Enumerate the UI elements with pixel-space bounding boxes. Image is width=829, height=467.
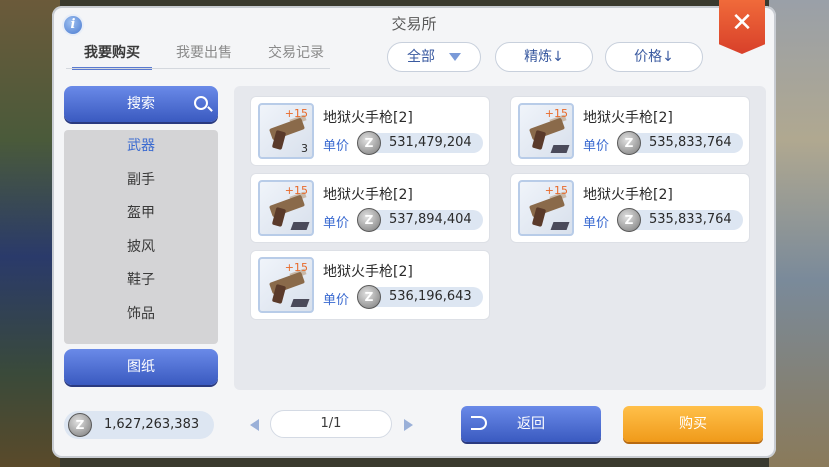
price-label: 单价 bbox=[323, 216, 350, 231]
zeny-coin-icon: Z bbox=[357, 131, 381, 155]
category-filter-label: 全部 bbox=[407, 49, 435, 65]
refine-level: +15 bbox=[544, 107, 568, 120]
zeny-coin-icon: Z bbox=[357, 285, 381, 309]
price-label: 单价 bbox=[323, 139, 350, 154]
zeny-balance-value: 1,627,263,383 bbox=[104, 417, 200, 432]
refine-level: +15 bbox=[284, 184, 308, 197]
return-icon bbox=[471, 416, 487, 430]
category-item-weapon[interactable]: 武器 bbox=[64, 130, 218, 164]
zeny-coin-icon: Z bbox=[617, 208, 641, 232]
tab-buy[interactable]: 我要购买 bbox=[66, 40, 158, 70]
price-pill: Z 536,196,643 bbox=[357, 285, 483, 309]
refine-level: +15 bbox=[284, 107, 308, 120]
prev-page-icon[interactable] bbox=[250, 419, 259, 431]
back-label: 返回 bbox=[517, 416, 545, 432]
item-card[interactable]: +15 地狱火手枪[2] 单价 Z 537,894,404 bbox=[250, 173, 490, 243]
zeny-coin-icon: Z bbox=[357, 208, 381, 232]
item-count: 3 bbox=[301, 142, 308, 155]
dialog-title: 交易所 bbox=[391, 15, 437, 33]
item-price: 535,833,764 bbox=[649, 212, 732, 227]
page-indicator: 1/1 bbox=[270, 410, 392, 438]
chevron-down-icon bbox=[449, 53, 461, 61]
item-listing-area: +15 3 地狱火手枪[2] 单价 Z 531,479,204 +15 地狱火手… bbox=[234, 86, 766, 390]
next-page-icon[interactable] bbox=[404, 419, 413, 431]
category-list: 武器 副手 盔甲 披风 鞋子 饰品 bbox=[64, 130, 218, 344]
zeny-coin-icon: Z bbox=[68, 413, 92, 437]
background-right bbox=[769, 0, 829, 467]
pistol-icon: +15 3 bbox=[258, 103, 314, 159]
category-filter-dropdown[interactable]: 全部 bbox=[387, 42, 481, 72]
pistol-icon: +15 bbox=[258, 257, 314, 313]
back-button[interactable]: 返回 bbox=[461, 406, 601, 442]
item-price: 536,196,643 bbox=[389, 289, 472, 304]
search-label: 搜索 bbox=[127, 96, 155, 112]
refine-level: +15 bbox=[544, 184, 568, 197]
price-pill: Z 531,479,204 bbox=[357, 131, 483, 155]
item-name: 地狱火手枪[2] bbox=[323, 264, 413, 280]
item-price: 537,894,404 bbox=[389, 212, 472, 227]
slot-badge bbox=[290, 222, 310, 230]
item-price: 531,479,204 bbox=[389, 135, 472, 150]
tab-sell[interactable]: 我要出售 bbox=[158, 40, 250, 70]
category-item-armor[interactable]: 盔甲 bbox=[64, 197, 218, 231]
price-label: 单价 bbox=[323, 293, 350, 308]
item-card[interactable]: +15 地狱火手枪[2] 单价 Z 536,196,643 bbox=[250, 250, 490, 320]
category-item-cloak[interactable]: 披风 bbox=[64, 231, 218, 265]
price-pill: Z 535,833,764 bbox=[617, 208, 743, 232]
item-name: 地狱火手枪[2] bbox=[323, 110, 413, 126]
price-pill: Z 535,833,764 bbox=[617, 131, 743, 155]
refine-sort-button[interactable]: 精炼↓ bbox=[495, 42, 593, 72]
buy-button[interactable]: 购买 bbox=[623, 406, 763, 442]
item-name: 地狱火手枪[2] bbox=[583, 187, 673, 203]
pistol-icon: +15 bbox=[258, 180, 314, 236]
blueprint-button[interactable]: 图纸 bbox=[64, 349, 218, 385]
exchange-dialog: i 交易所 ✕ 我要购买 我要出售 交易记录 全部 精炼↓ 价格↓ 搜索 武器 … bbox=[52, 0, 776, 458]
price-sort-button[interactable]: 价格↓ bbox=[605, 42, 703, 72]
slot-badge bbox=[290, 299, 310, 307]
item-card[interactable]: +15 3 地狱火手枪[2] 单价 Z 531,479,204 bbox=[250, 96, 490, 166]
slot-badge bbox=[550, 145, 570, 153]
tab-divider bbox=[66, 68, 330, 69]
item-price: 535,833,764 bbox=[649, 135, 732, 150]
price-pill: Z 537,894,404 bbox=[357, 208, 483, 232]
search-button[interactable]: 搜索 bbox=[64, 86, 218, 122]
search-icon bbox=[194, 96, 208, 110]
zeny-coin-icon: Z bbox=[617, 131, 641, 155]
category-item-offhand[interactable]: 副手 bbox=[64, 164, 218, 198]
category-item-shoes[interactable]: 鞋子 bbox=[64, 264, 218, 298]
background-left bbox=[0, 0, 60, 467]
price-label: 单价 bbox=[583, 216, 610, 231]
item-card[interactable]: +15 地狱火手枪[2] 单价 Z 535,833,764 bbox=[510, 173, 750, 243]
price-label: 单价 bbox=[583, 139, 610, 154]
slot-badge bbox=[550, 222, 570, 230]
close-button[interactable]: ✕ bbox=[719, 0, 765, 54]
tab-history[interactable]: 交易记录 bbox=[250, 40, 342, 70]
item-name: 地狱火手枪[2] bbox=[323, 187, 413, 203]
close-icon: ✕ bbox=[731, 8, 753, 38]
pistol-icon: +15 bbox=[518, 103, 574, 159]
item-name: 地狱火手枪[2] bbox=[583, 110, 673, 126]
item-card[interactable]: +15 地狱火手枪[2] 单价 Z 535,833,764 bbox=[510, 96, 750, 166]
zeny-balance: Z 1,627,263,383 bbox=[64, 411, 214, 439]
refine-level: +15 bbox=[284, 261, 308, 274]
category-item-accessory[interactable]: 饰品 bbox=[64, 298, 218, 332]
pistol-icon: +15 bbox=[518, 180, 574, 236]
tab-bar: 我要购买 我要出售 交易记录 bbox=[66, 40, 342, 70]
